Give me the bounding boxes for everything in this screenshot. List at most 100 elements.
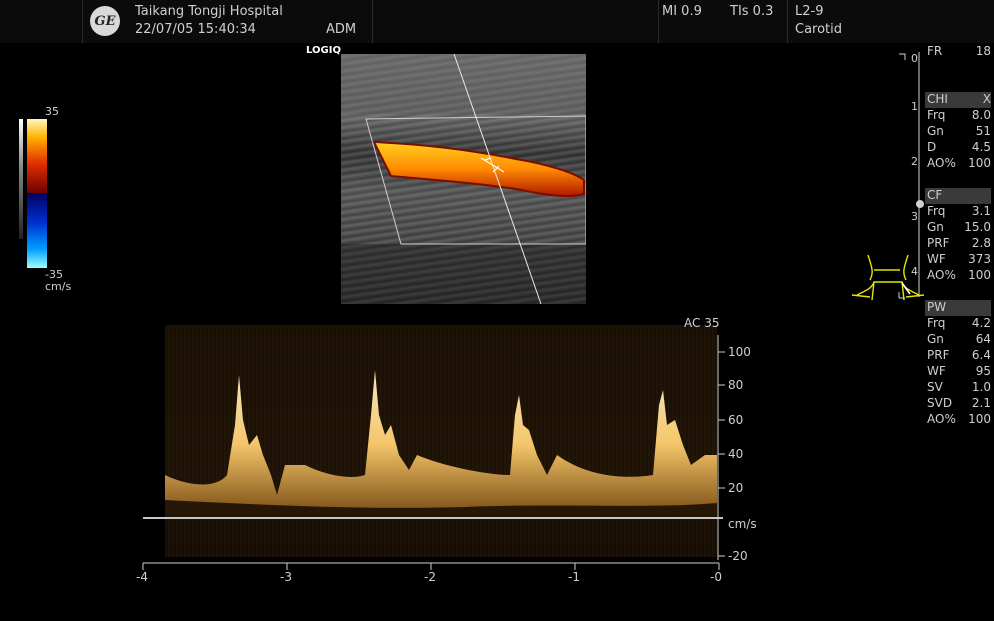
section-title-value: X	[982, 92, 991, 106]
doppler-baseline[interactable]	[143, 517, 723, 519]
param-value: 1.0	[971, 380, 991, 394]
param-row-cf-gn: Gn 15.0	[925, 220, 991, 236]
param-value: 4.5	[971, 140, 991, 154]
velocity-tick-label: 100	[728, 345, 751, 359]
param-row-chi-frq: Frq 8.0	[925, 108, 991, 124]
spectral-doppler-display[interactable]	[165, 325, 717, 557]
section-title: PW	[927, 300, 947, 314]
hospital-name: Taikang Tongji Hospital	[135, 4, 283, 19]
doppler-waveform	[165, 370, 717, 518]
param-row-pw-ao: AO% 100	[925, 412, 991, 428]
param-label: SV	[927, 380, 943, 394]
param-row-pw-sv: SV 1.0	[925, 380, 991, 396]
param-row-pw-prf: PRF 6.4	[925, 348, 991, 364]
param-label: PRF	[927, 236, 950, 250]
color-bar-negative	[27, 193, 47, 268]
param-value: 95	[975, 364, 991, 378]
param-value: 373	[968, 252, 991, 266]
param-value: 8.0	[971, 108, 991, 122]
param-value: 3.1	[971, 204, 991, 218]
header-divider	[658, 0, 659, 43]
param-label: Frq	[927, 204, 946, 218]
param-label: Gn	[927, 220, 944, 234]
param-label: WF	[927, 252, 946, 266]
exam-preset: Carotid	[795, 22, 843, 37]
pw-section-header[interactable]: PW	[925, 300, 991, 316]
param-value: 64	[975, 332, 991, 346]
thermal-index: TIs 0.3	[730, 4, 774, 19]
cf-section-header[interactable]: CF	[925, 188, 991, 204]
param-value: 2.8	[971, 236, 991, 250]
header-divider	[787, 0, 788, 43]
param-row-pw-gn: Gn 64	[925, 332, 991, 348]
velocity-tick-label: 60	[728, 413, 744, 427]
exam-datetime: 22/07/05 15:40:34	[135, 22, 256, 37]
param-value: 100	[968, 268, 991, 282]
param-value: 15.0	[964, 220, 991, 234]
color-scale-max: 35	[45, 105, 59, 118]
time-tick-label: -2	[424, 570, 436, 584]
ge-logo-icon: GE	[90, 6, 120, 36]
focus-marker-icon[interactable]	[916, 200, 924, 208]
param-row-chi-gn: Gn 51	[925, 124, 991, 140]
header-divider	[82, 0, 83, 43]
carotid-bodymark-icon[interactable]	[852, 250, 927, 315]
velocity-tick-label: -20	[728, 549, 748, 563]
depth-label: 2	[911, 155, 918, 168]
velocity-tick-label: 80	[728, 378, 744, 392]
color-scale-unit: cm/s	[45, 280, 72, 293]
param-value: 18	[975, 44, 991, 58]
depth-label: 0	[911, 52, 918, 65]
param-label: FR	[927, 44, 943, 58]
param-row-cf-wf: WF 373	[925, 252, 991, 268]
time-tick-label: -0	[710, 570, 722, 584]
param-value: 2.1	[971, 396, 991, 410]
param-label: Frq	[927, 316, 946, 330]
header-divider	[372, 0, 373, 43]
depth-label: 1	[911, 100, 918, 113]
param-row-cf-frq: Frq 3.1	[925, 204, 991, 220]
param-row-cf-prf: PRF 2.8	[925, 236, 991, 252]
param-label: AO%	[927, 268, 956, 282]
param-row-chi-d: D 4.5	[925, 140, 991, 156]
logo-text: GE	[94, 13, 116, 29]
param-value: 100	[968, 156, 991, 170]
bmode-overlay	[341, 54, 586, 304]
velocity-tick-label: 40	[728, 447, 744, 461]
color-bar-reference	[19, 119, 23, 239]
brand-label: LOGIQ	[306, 45, 341, 56]
param-value: 6.4	[971, 348, 991, 362]
param-row-fr: FR 18	[925, 44, 991, 60]
operator-id: ADM	[326, 22, 357, 37]
param-row-cf-ao: AO% 100	[925, 268, 991, 284]
depth-label: 3	[911, 210, 918, 223]
section-title: CF	[927, 188, 943, 202]
param-value: 4.2	[971, 316, 991, 330]
param-label: PRF	[927, 348, 950, 362]
auto-correlation-label: AC 35	[684, 316, 720, 330]
color-bar-positive	[27, 119, 47, 193]
chi-section-header[interactable]: CHI X	[925, 92, 991, 108]
param-row-chi-ao: AO% 100	[925, 156, 991, 172]
param-value: 51	[975, 124, 991, 138]
param-value: 100	[968, 412, 991, 426]
param-label: AO%	[927, 412, 956, 426]
param-row-pw-wf: WF 95	[925, 364, 991, 380]
mechanical-index: MI 0.9	[662, 4, 702, 19]
param-label: Gn	[927, 124, 944, 138]
param-row-pw-svd: SVD 2.1	[925, 396, 991, 412]
param-label: Gn	[927, 332, 944, 346]
bmode-image[interactable]	[341, 54, 586, 304]
velocity-unit-label: cm/s	[728, 517, 757, 531]
param-label: WF	[927, 364, 946, 378]
velocity-tick-label: 20	[728, 481, 744, 495]
param-label: AO%	[927, 156, 956, 170]
param-label: Frq	[927, 108, 946, 122]
color-flow-region	[372, 140, 585, 198]
section-title: CHI	[927, 92, 948, 106]
param-row-pw-frq: Frq 4.2	[925, 316, 991, 332]
probe-name: L2-9	[795, 4, 824, 19]
doppler-spectrum	[165, 370, 717, 518]
time-tick-label: -3	[280, 570, 292, 584]
param-label: D	[927, 140, 937, 154]
